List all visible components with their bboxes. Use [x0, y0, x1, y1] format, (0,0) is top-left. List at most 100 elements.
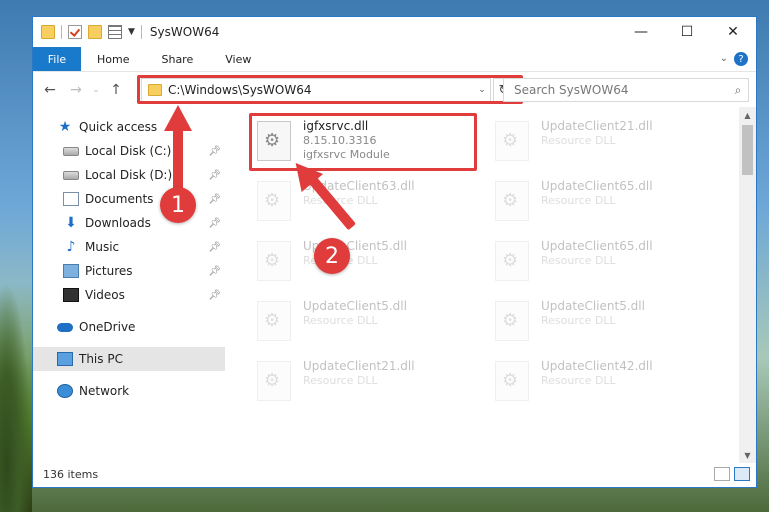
file-list: igfxsrvc.dll 8.15.10.3316 igfxsrvc Modul…: [249, 107, 739, 463]
toolbar-divider: [61, 25, 62, 39]
tab-home[interactable]: Home: [81, 47, 145, 71]
close-button[interactable]: ✕: [710, 17, 756, 47]
tab-view[interactable]: View: [209, 47, 267, 71]
sidebar-item-label: OneDrive: [79, 320, 136, 334]
file-item[interactable]: UpdateClient42.dll Resource DLL: [495, 355, 725, 411]
folder-icon: [148, 84, 162, 96]
cloud-icon: [57, 322, 73, 332]
file-item[interactable]: UpdateClient5.dll Resource DLL: [257, 295, 487, 351]
recent-locations-icon[interactable]: ⌄: [89, 85, 103, 95]
dll-file-icon: [257, 301, 291, 341]
customize-toolbar-icon[interactable]: [108, 25, 122, 39]
address-bar[interactable]: C:\Windows\SysWOW64 ⌄: [141, 78, 491, 102]
file-item[interactable]: UpdateClient5.dll Resource DLL: [495, 295, 725, 351]
pin-icon[interactable]: 📌︎: [208, 218, 221, 229]
properties-icon[interactable]: [68, 25, 82, 39]
file-name: UpdateClient5.dll: [303, 299, 407, 313]
pin-icon[interactable]: 📌︎: [208, 170, 221, 181]
computer-icon: [57, 352, 73, 366]
sidebar-item-label: Local Disk (C:): [85, 144, 172, 158]
step-badge-1: 1: [160, 187, 196, 223]
expand-ribbon-icon[interactable]: ⌄: [720, 53, 728, 64]
sidebar-item-onedrive[interactable]: OneDrive: [33, 315, 225, 339]
chevron-down-icon[interactable]: ▼: [128, 27, 135, 37]
file-item[interactable]: UpdateClient21.dll Resource DLL: [257, 355, 487, 411]
sidebar-item-documents[interactable]: Documents 📌︎: [33, 187, 225, 211]
network-icon: [57, 384, 73, 398]
documents-icon: [63, 192, 79, 206]
dll-file-icon: [495, 181, 529, 221]
address-dropdown-icon[interactable]: ⌄: [474, 85, 490, 95]
pin-icon[interactable]: 📌︎: [208, 146, 221, 157]
scroll-thumb[interactable]: [742, 125, 753, 175]
help-icon[interactable]: ?: [734, 52, 748, 66]
sidebar-item-local-disk-d[interactable]: Local Disk (D:) 📌︎: [33, 163, 225, 187]
search-input[interactable]: [512, 82, 728, 98]
drive-icon: [63, 170, 79, 180]
pin-icon[interactable]: 📌︎: [208, 242, 221, 253]
tab-share[interactable]: Share: [145, 47, 209, 71]
file-explorer-window: ▼ SysWOW64 — ☐ ✕ File Home Share View ⌄ …: [32, 16, 757, 488]
file-name: UpdateClient65.dll: [541, 179, 653, 193]
file-name: UpdateClient5.dll: [541, 299, 645, 313]
file-item-selected[interactable]: igfxsrvc.dll 8.15.10.3316 igfxsrvc Modul…: [257, 115, 487, 171]
file-item[interactable]: UpdateClient65.dll Resource DLL: [495, 235, 725, 291]
file-name: UpdateClient21.dll: [541, 119, 653, 133]
maximize-button[interactable]: ☐: [664, 17, 710, 47]
pin-icon[interactable]: 📌︎: [208, 290, 221, 301]
navigation-bar: ← → ⌄ ↑ C:\Windows\SysWOW64 ⌄ ↻ ⌕: [33, 71, 756, 108]
file-type: Resource DLL: [541, 314, 616, 327]
scroll-up-icon[interactable]: ▲: [739, 107, 756, 123]
back-arrow-icon[interactable]: ←: [37, 82, 63, 98]
window-title: SysWOW64: [149, 25, 220, 39]
ribbon-tabs: File Home Share View ⌄ ?: [33, 47, 756, 71]
new-folder-icon[interactable]: [88, 25, 102, 39]
tab-file[interactable]: File: [33, 47, 81, 71]
sidebar-item-label: Pictures: [85, 264, 133, 278]
dll-file-icon: [257, 241, 291, 281]
file-item[interactable]: UpdateClient65.dll Resource DLL: [495, 175, 725, 231]
file-type: Resource DLL: [541, 254, 616, 267]
folder-icon: [41, 25, 55, 39]
file-item[interactable]: UpdateClient21.dll Resource DLL: [495, 115, 725, 171]
explorer-body: ★ Quick access Local Disk (C:) 📌︎ Local …: [33, 107, 758, 463]
search-icon[interactable]: ⌕: [728, 83, 748, 98]
sidebar-item-pictures[interactable]: Pictures 📌︎: [33, 259, 225, 283]
sidebar-item-music[interactable]: ♪ Music 📌︎: [33, 235, 225, 259]
palm-tree-wallpaper: [0, 282, 32, 512]
file-item[interactable]: UpdateClient63.dll Resource DLL: [257, 175, 487, 231]
view-switcher: [714, 467, 750, 481]
sidebar-item-downloads[interactable]: ⬇ Downloads 📌︎: [33, 211, 225, 235]
sidebar-item-this-pc[interactable]: This PC: [33, 347, 225, 371]
pin-icon[interactable]: 📌︎: [208, 194, 221, 205]
file-name: UpdateClient65.dll: [541, 239, 653, 253]
minimize-button[interactable]: —: [618, 17, 664, 47]
sidebar-item-label: Downloads: [85, 216, 151, 230]
sidebar-item-local-disk-c[interactable]: Local Disk (C:) 📌︎: [33, 139, 225, 163]
address-path[interactable]: C:\Windows\SysWOW64: [168, 83, 474, 97]
up-arrow-icon[interactable]: ↑: [103, 82, 129, 98]
sidebar-item-network[interactable]: Network: [33, 379, 225, 403]
file-type: Resource DLL: [303, 374, 378, 387]
sidebar-item-label: Documents: [85, 192, 154, 206]
sidebar-item-quick-access[interactable]: ★ Quick access: [33, 115, 225, 139]
music-note-icon: ♪: [66, 239, 76, 255]
drive-icon: [63, 146, 79, 156]
large-icons-view-icon[interactable]: [734, 467, 750, 481]
film-icon: [63, 288, 79, 302]
file-name: igfxsrvc.dll: [303, 119, 369, 133]
vertical-scrollbar[interactable]: ▲ ▼: [739, 107, 756, 463]
forward-arrow-icon[interactable]: →: [63, 82, 89, 98]
quick-access-toolbar: ▼: [41, 25, 142, 39]
file-item[interactable]: UpdateClient5.dll Resource DLL: [257, 235, 487, 291]
sidebar-item-videos[interactable]: Videos 📌︎: [33, 283, 225, 307]
file-type: Resource DLL: [541, 194, 616, 207]
search-box[interactable]: ⌕: [503, 78, 749, 102]
details-view-icon[interactable]: [714, 467, 730, 481]
desktop-wallpaper: [0, 0, 32, 512]
dll-file-icon: [495, 301, 529, 341]
dll-file-icon: [495, 121, 529, 161]
file-type: Resource DLL: [303, 314, 378, 327]
pin-icon[interactable]: 📌︎: [208, 266, 221, 277]
dll-file-icon: [257, 361, 291, 401]
